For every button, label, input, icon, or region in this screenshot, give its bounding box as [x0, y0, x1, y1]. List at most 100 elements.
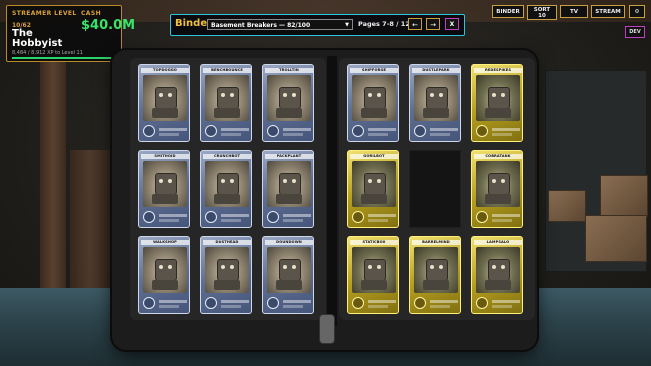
binder-select-value: Basement Breakers — 82/100 [211, 22, 311, 29]
robot-icon [423, 259, 449, 290]
card-stat-bar [221, 219, 241, 222]
card-emblem-icon [205, 125, 217, 137]
card-name: DUSTLEPARK [412, 68, 460, 73]
trading-card[interactable]: BENCHBOUNCE [200, 64, 252, 142]
card-stat-bar [283, 219, 303, 222]
card-stat-bar [492, 128, 520, 131]
card-slot[interactable]: WALKSHOP [135, 233, 193, 317]
trading-card[interactable]: DOUNDOWN [262, 236, 314, 314]
robot-icon [276, 259, 302, 290]
card-artwork [414, 247, 458, 293]
binder-select[interactable]: Basement Breakers — 82/100 ▼ [207, 19, 353, 30]
card-slot[interactable]: BARRELMIND [406, 233, 464, 317]
card-slot[interactable]: DUSTHEAD [197, 233, 255, 317]
tv-button[interactable]: TV [560, 5, 588, 18]
next-page-button[interactable]: → [426, 18, 440, 30]
card-slot[interactable]: REDESPIKES [468, 61, 526, 145]
trading-card[interactable]: WALKSHOP [138, 236, 190, 314]
card-name: CRUNCHBOT [203, 154, 251, 159]
card-name: PACKPLANT [265, 154, 313, 159]
robot-icon [276, 173, 302, 204]
trading-card[interactable]: COBRATANK [471, 150, 523, 228]
zipper-pull[interactable] [319, 314, 335, 344]
trading-card[interactable]: SHIPFORGE [347, 64, 399, 142]
xp-text: 8,484 / 8,912 XP to Level 11 [12, 50, 83, 56]
card-stat-bar [368, 300, 396, 303]
card-slot[interactable]: SMITHOID [135, 147, 193, 231]
dev-button[interactable]: DEV [625, 26, 645, 38]
robot-icon [152, 87, 178, 118]
empty-card-sleeve[interactable] [409, 150, 461, 228]
trading-card[interactable]: TOPDOGGO [138, 64, 190, 142]
card-name: SMITHOID [141, 154, 189, 159]
card-emblem-icon [352, 297, 364, 309]
card-emblem-icon [205, 211, 217, 223]
card-slot[interactable] [406, 147, 464, 231]
streamer-level-label: STREAMER LEVEL [12, 10, 77, 17]
card-stat-bar [430, 128, 458, 131]
card-artwork [352, 75, 396, 121]
card-slot[interactable]: GORILBOT [344, 147, 402, 231]
prev-page-button[interactable]: ← [408, 18, 422, 30]
sort-button[interactable]: SORT 10 [527, 5, 557, 20]
trading-card[interactable]: TROLLTIN [262, 64, 314, 142]
binder-spine [327, 56, 337, 326]
trading-card[interactable]: GORILBOT [347, 150, 399, 228]
trading-card[interactable]: BARRELMIND [409, 236, 461, 314]
card-emblem-icon [352, 125, 364, 137]
card-artwork [476, 161, 520, 207]
trading-card[interactable]: STATICBOX [347, 236, 399, 314]
robot-icon [361, 87, 387, 118]
card-stat-bar [159, 305, 179, 308]
trading-card[interactable]: CRUNCHBOT [200, 150, 252, 228]
trading-card[interactable]: REDESPIKES [471, 64, 523, 142]
card-stat-bar [159, 133, 179, 136]
staircase [70, 150, 110, 290]
trading-card[interactable]: DUSTLEPARK [409, 64, 461, 142]
card-name: TROLLTIN [265, 68, 313, 73]
cardboard-box [548, 190, 586, 222]
card-name: DUSTHEAD [203, 240, 251, 245]
card-emblem-icon [205, 297, 217, 309]
card-stat-bar [283, 305, 303, 308]
card-slot[interactable]: DOUNDOWN [259, 233, 317, 317]
card-slot[interactable]: STATICBOX [344, 233, 402, 317]
card-emblem-icon [476, 125, 488, 137]
card-name: LAMPSALO [474, 240, 522, 245]
card-artwork [352, 247, 396, 293]
card-artwork [205, 247, 249, 293]
trading-card[interactable]: SMITHOID [138, 150, 190, 228]
card-slot[interactable]: DUSTLEPARK [406, 61, 464, 145]
card-stat-bar [159, 300, 187, 303]
trading-card[interactable]: PACKPLANT [262, 150, 314, 228]
card-stat-bar [221, 300, 249, 303]
card-artwork [476, 247, 520, 293]
card-slot[interactable]: BENCHBOUNCE [197, 61, 255, 145]
binder-button[interactable]: BINDER [492, 5, 524, 18]
card-stat-bar [368, 128, 396, 131]
cardboard-box [600, 175, 648, 217]
gear-icon[interactable]: ⚙ [629, 5, 645, 18]
card-slot[interactable]: COBRATANK [468, 147, 526, 231]
chevron-down-icon: ▼ [345, 22, 349, 28]
close-binder-button[interactable]: X [445, 18, 459, 30]
card-slot[interactable]: CRUNCHBOT [197, 147, 255, 231]
card-slot[interactable]: PACKPLANT [259, 147, 317, 231]
robot-icon [214, 259, 240, 290]
trading-card[interactable]: DUSTHEAD [200, 236, 252, 314]
card-slot[interactable]: TROLLTIN [259, 61, 317, 145]
card-artwork [143, 247, 187, 293]
card-slot[interactable]: SHIPFORGE [344, 61, 402, 145]
card-stat-bar [159, 214, 187, 217]
page-indicator: Pages 7-8 / 12 [358, 20, 410, 28]
card-artwork [205, 75, 249, 121]
stream-button[interactable]: STREAM [591, 5, 625, 18]
card-slot[interactable]: TOPDOGGO [135, 61, 193, 145]
card-artwork [143, 75, 187, 121]
trading-card[interactable]: LAMPSALO [471, 236, 523, 314]
card-slot[interactable]: LAMPSALO [468, 233, 526, 317]
card-name: BENCHBOUNCE [203, 68, 251, 73]
card-artwork [267, 161, 311, 207]
card-stat-bar [492, 305, 512, 308]
card-binder: TOPDOGGO BENCHBOUNCE TROLLTIN SMITHOID CRUNC… [112, 50, 537, 350]
